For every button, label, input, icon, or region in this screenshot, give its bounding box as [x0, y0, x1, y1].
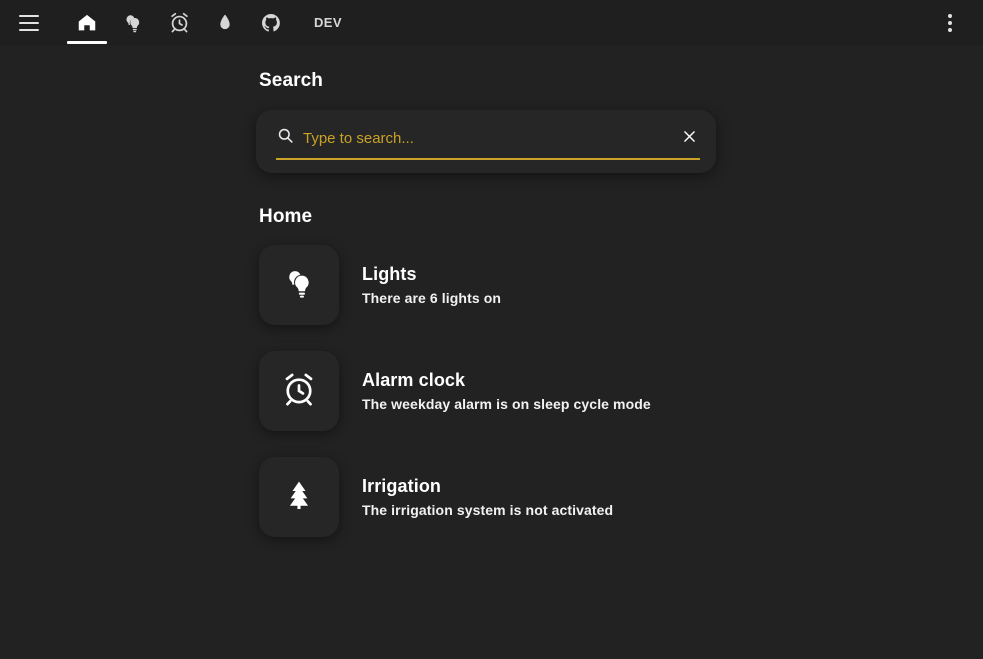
menu-icon-bar	[19, 21, 39, 24]
nav-tab-home[interactable]	[64, 0, 110, 45]
search-section-title: Search	[259, 70, 323, 91]
nav-tab-irrigation[interactable]	[202, 0, 248, 45]
search-card	[256, 110, 716, 173]
entity-text: Alarm clock The weekday alarm is on slee…	[362, 369, 651, 413]
entity-state: The weekday alarm is on sleep cycle mode	[362, 396, 651, 412]
more-dot	[948, 27, 952, 32]
park-tree-icon	[282, 478, 316, 517]
app-bar: DEV	[0, 0, 983, 45]
list-item[interactable]: Alarm clock The weekday alarm is on slee…	[259, 351, 729, 431]
entity-text: Lights There are 6 lights on	[362, 263, 501, 307]
github-icon	[260, 12, 282, 34]
close-icon	[681, 128, 698, 148]
search-field[interactable]	[276, 126, 700, 160]
entity-icon-tile[interactable]	[259, 245, 339, 325]
clear-search-button[interactable]	[678, 127, 700, 149]
entity-name: Irrigation	[362, 476, 442, 496]
home-section-title: Home	[259, 206, 313, 227]
nav-tab-alarm-clock[interactable]	[156, 0, 202, 45]
alarm-clock-icon	[168, 11, 191, 34]
menu-icon-bar	[19, 28, 39, 31]
menu-icon[interactable]	[12, 0, 46, 45]
entity-icon-tile[interactable]	[259, 457, 339, 537]
page-content: Search Home	[0, 45, 983, 537]
nav-tab-lights[interactable]	[110, 0, 156, 45]
alarm-clock-icon	[280, 370, 318, 413]
nav-tab-github[interactable]	[248, 0, 294, 45]
list-item[interactable]: Irrigation The irrigation system is not …	[259, 457, 729, 537]
more-vertical-icon[interactable]	[933, 0, 967, 45]
entity-icon-tile[interactable]	[259, 351, 339, 431]
entity-state: The irrigation system is not activated	[362, 502, 614, 518]
menu-icon-bar	[19, 14, 39, 17]
list-item[interactable]: Lights There are 6 lights on	[259, 245, 729, 325]
search-icon	[276, 126, 295, 150]
lightbulb-icon	[122, 12, 144, 34]
entity-name: Lights	[362, 264, 417, 284]
water-drop-icon	[214, 12, 236, 34]
entity-name: Alarm clock	[362, 370, 466, 390]
home-icon	[76, 12, 98, 34]
entity-list: Lights There are 6 lights on Alarm clock…	[0, 245, 983, 537]
more-dot	[948, 13, 952, 18]
more-dot	[948, 20, 952, 25]
entity-state: There are 6 lights on	[362, 290, 502, 306]
entity-text: Irrigation The irrigation system is not …	[362, 475, 613, 519]
search-input[interactable]	[303, 128, 678, 148]
lightbulb-group-icon	[281, 265, 317, 306]
dev-label[interactable]: DEV	[308, 11, 348, 34]
